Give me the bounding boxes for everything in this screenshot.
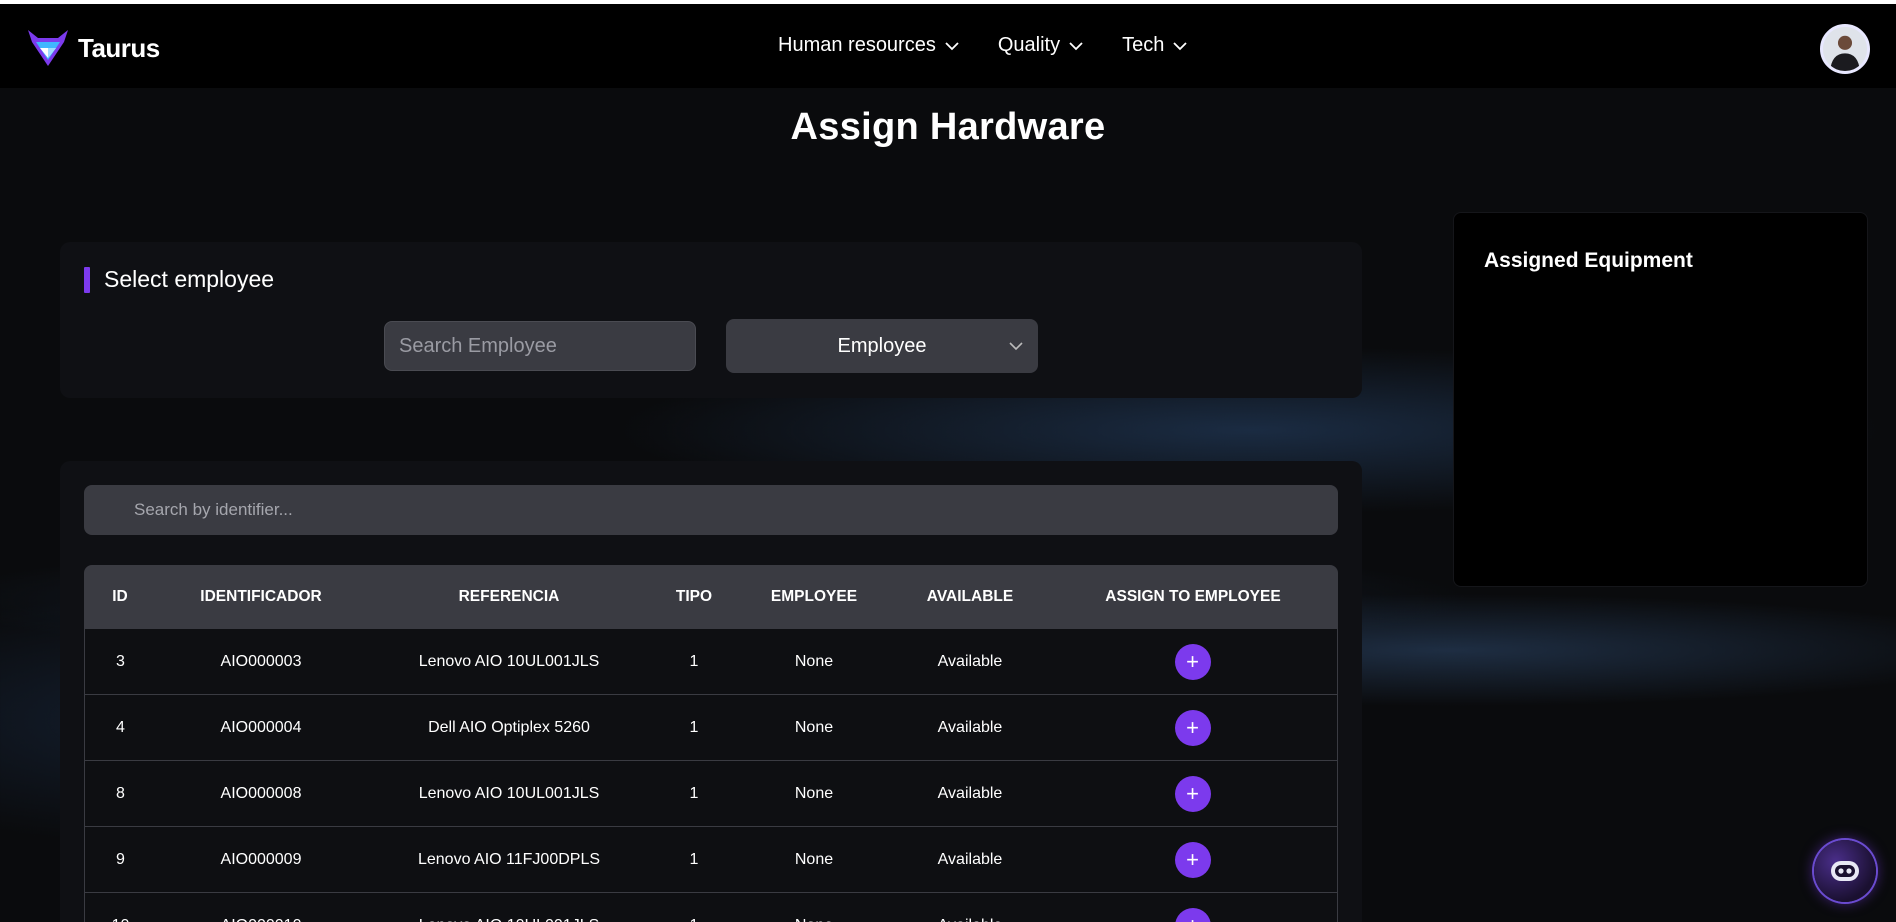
table-row: 10 AIO000010 Lenovo AIO 10UL001JLS 1 Non… [84, 893, 1338, 922]
top-navbar: Taurus Human resources Quality Tech [0, 4, 1896, 88]
nav-tech-label: Tech [1122, 34, 1165, 56]
select-employee-heading: Select employee [84, 266, 274, 293]
chevron-down-icon [945, 41, 959, 50]
cell-assign: + [1048, 827, 1338, 893]
cell-identificador: AIO000009 [156, 827, 366, 893]
brand-name: Taurus [78, 32, 160, 63]
user-photo-icon [1823, 27, 1867, 71]
brand[interactable]: Taurus [26, 28, 160, 68]
main-menu: Human resources Quality Tech [778, 34, 1188, 57]
cell-identificador: AIO000003 [156, 629, 366, 695]
col-assign: ASSIGN TO EMPLOYEE [1048, 565, 1338, 629]
employee-select[interactable]: Employee [726, 319, 1038, 373]
col-identificador: IDENTIFICADOR [156, 565, 366, 629]
cell-assign: + [1048, 761, 1338, 827]
taurus-logo-icon [28, 30, 68, 66]
cell-identificador: AIO000010 [156, 893, 366, 922]
chevron-down-icon [1173, 41, 1187, 50]
cell-identificador: AIO000004 [156, 695, 366, 761]
cell-assign: + [1048, 629, 1338, 695]
page-title: Assign Hardware [790, 106, 1106, 148]
robot-icon [1831, 861, 1859, 881]
nav-human-resources[interactable]: Human resources [778, 34, 960, 57]
col-employee: EMPLOYEE [736, 565, 892, 629]
cell-tipo: 1 [652, 893, 736, 922]
cell-available: Available [892, 827, 1048, 893]
cell-tipo: 1 [652, 761, 736, 827]
cell-id: 10 [84, 893, 156, 922]
cell-referencia: Lenovo AIO 10UL001JLS [366, 761, 652, 827]
assigned-equipment-panel: Assigned Equipment [1453, 212, 1868, 587]
employee-select-value: Employee [837, 334, 927, 357]
table-header-row: ID IDENTIFICADOR REFERENCIA TIPO EMPLOYE… [84, 565, 1338, 629]
assign-button[interactable]: + [1174, 775, 1211, 812]
hardware-table: ID IDENTIFICADOR REFERENCIA TIPO EMPLOYE… [84, 565, 1338, 922]
chevron-down-icon [1069, 41, 1083, 50]
cell-assign: + [1048, 695, 1338, 761]
table-row: 3 AIO000003 Lenovo AIO 10UL001JLS 1 None… [84, 629, 1338, 695]
assign-button[interactable]: + [1174, 841, 1211, 878]
select-employee-title: Select employee [104, 266, 275, 292]
table-row: 8 AIO000008 Lenovo AIO 10UL001JLS 1 None… [84, 761, 1338, 827]
cell-employee: None [736, 695, 892, 761]
cell-identificador: AIO000008 [156, 761, 366, 827]
table-row: 4 AIO000004 Dell AIO Optiplex 5260 1 Non… [84, 695, 1338, 761]
assign-button[interactable]: + [1174, 709, 1211, 746]
cell-available: Available [892, 761, 1048, 827]
cell-tipo: 1 [652, 827, 736, 893]
cell-employee: None [736, 893, 892, 922]
search-identifier-input[interactable] [84, 485, 1338, 535]
cell-available: Available [892, 629, 1048, 695]
col-available: AVAILABLE [892, 565, 1048, 629]
cell-tipo: 1 [652, 695, 736, 761]
chevron-down-icon [1009, 342, 1023, 351]
assign-button[interactable]: + [1174, 643, 1211, 680]
table-row: 9 AIO000009 Lenovo AIO 11FJ00DPLS 1 None… [84, 827, 1338, 893]
cell-referencia: Lenovo AIO 11FJ00DPLS [366, 827, 652, 893]
cell-referencia: Lenovo AIO 10UL001JLS [366, 629, 652, 695]
user-avatar[interactable] [1820, 24, 1870, 74]
cell-employee: None [736, 761, 892, 827]
cell-id: 3 [84, 629, 156, 695]
accent-bar [84, 266, 90, 293]
hardware-panel: ID IDENTIFICADOR REFERENCIA TIPO EMPLOYE… [60, 461, 1362, 922]
col-referencia: REFERENCIA [366, 565, 652, 629]
col-tipo: TIPO [652, 565, 736, 629]
nav-human-resources-label: Human resources [778, 34, 936, 56]
cell-referencia: Lenovo AIO 10UL001JLS [366, 893, 652, 922]
nav-quality-label: Quality [997, 34, 1061, 56]
cell-available: Available [892, 893, 1048, 922]
cell-id: 8 [84, 761, 156, 827]
cell-employee: None [736, 629, 892, 695]
cell-employee: None [736, 827, 892, 893]
nav-quality[interactable]: Quality [998, 34, 1084, 57]
cell-id: 9 [84, 827, 156, 893]
assign-button[interactable]: + [1174, 907, 1211, 922]
cell-available: Available [892, 695, 1048, 761]
cell-assign: + [1048, 893, 1338, 922]
search-employee-input[interactable] [384, 321, 696, 371]
cell-id: 4 [84, 695, 156, 761]
col-id: ID [84, 565, 156, 629]
nav-tech[interactable]: Tech [1122, 34, 1188, 57]
select-employee-panel: Select employee Employee [60, 242, 1362, 398]
cell-referencia: Dell AIO Optiplex 5260 [366, 695, 652, 761]
cell-tipo: 1 [652, 629, 736, 695]
chatbot-button[interactable] [1814, 840, 1876, 902]
assigned-equipment-title: Assigned Equipment [1484, 249, 1693, 272]
